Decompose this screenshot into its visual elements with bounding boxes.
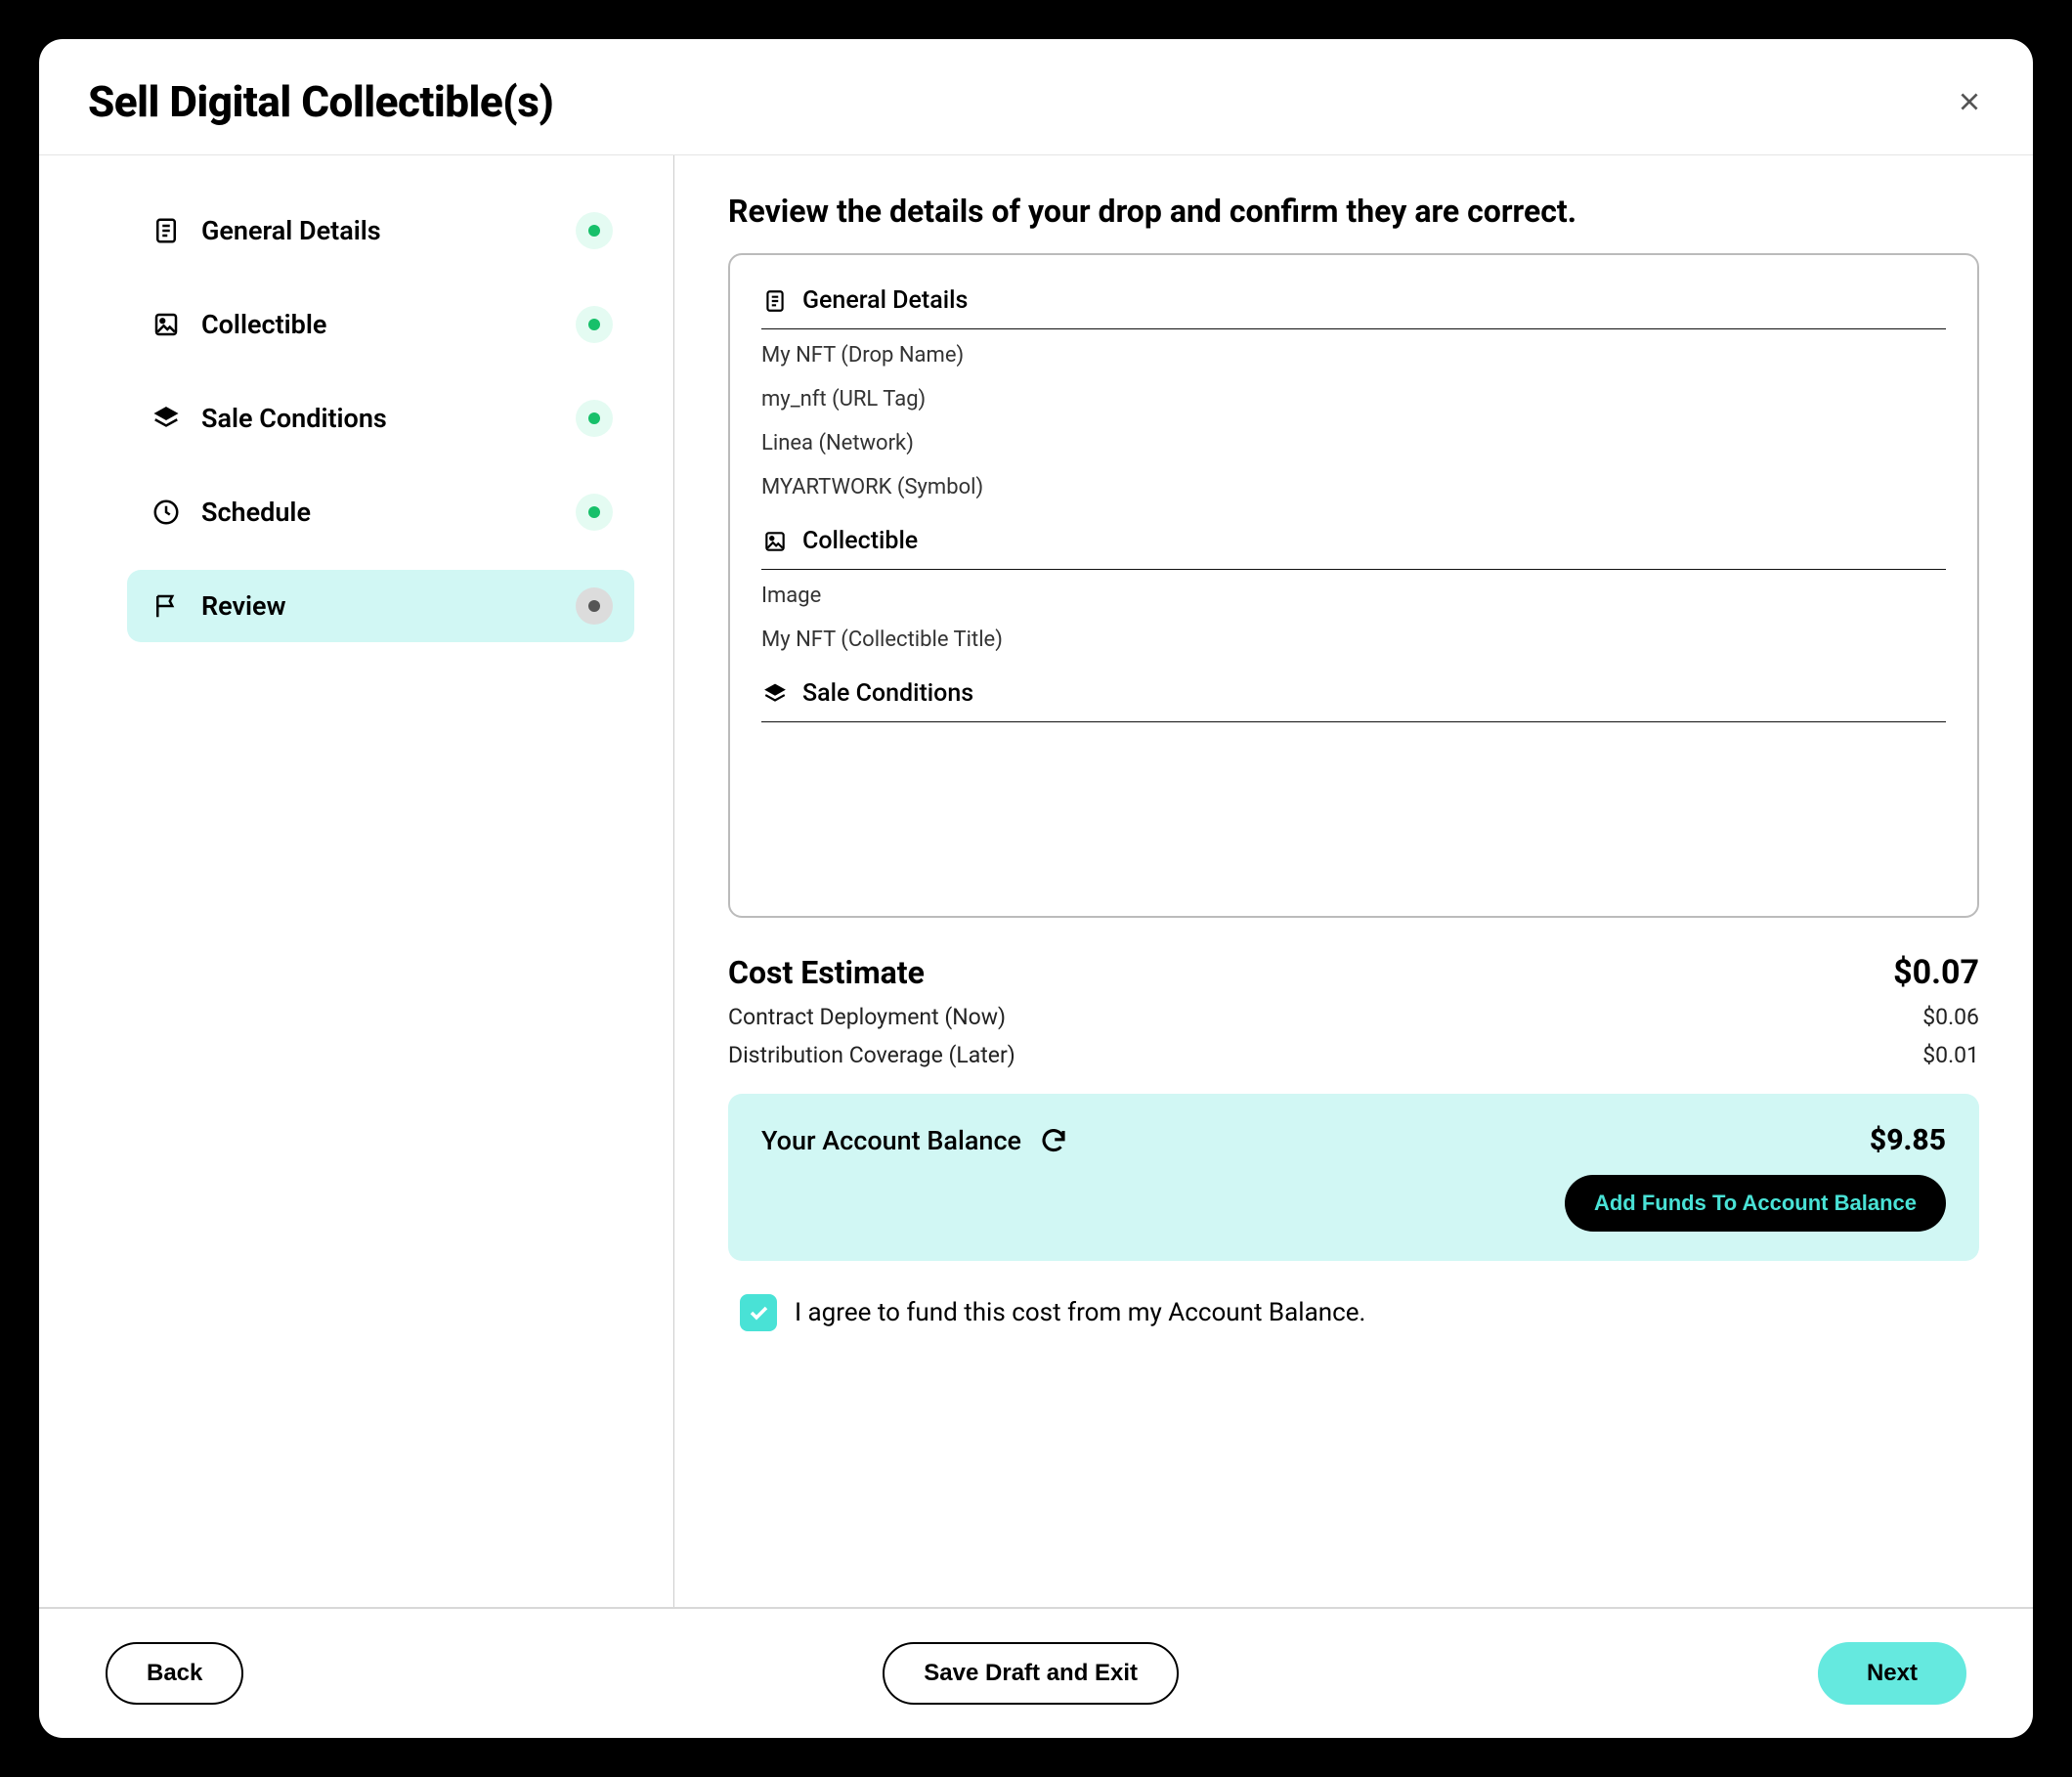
image-icon — [761, 528, 789, 555]
sidebar-item-general-details[interactable]: General Details — [127, 195, 634, 267]
review-line: my_nft (URL Tag) — [761, 373, 1946, 417]
save-draft-button[interactable]: Save Draft and Exit — [883, 1642, 1179, 1705]
sidebar-item-label: Collectible — [201, 309, 576, 340]
review-section-title: General Details — [802, 286, 968, 315]
cost-estimate-row: Cost Estimate $0.07 — [728, 953, 1979, 992]
document-icon — [149, 213, 184, 248]
sidebar-item-label: Schedule — [201, 497, 576, 528]
sidebar-item-sale-conditions[interactable]: Sale Conditions — [127, 382, 634, 455]
account-balance-box: Your Account Balance $9.85 Add Funds To … — [728, 1094, 1979, 1261]
document-icon — [761, 287, 789, 315]
review-section-general: General Details — [761, 277, 1946, 329]
agree-checkbox[interactable] — [740, 1294, 777, 1331]
review-summary-box[interactable]: General Details My NFT (Drop Name) my_nf… — [728, 253, 1979, 918]
review-line: Linea (Network) — [761, 417, 1946, 461]
balance-amount: $9.85 — [1870, 1123, 1946, 1157]
cost-detail-label: Contract Deployment (Now) — [728, 1004, 1006, 1030]
agree-row: I agree to fund this cost from my Accoun… — [728, 1294, 1979, 1351]
step-status-complete — [576, 212, 613, 249]
review-line: MYARTWORK (Symbol) — [761, 461, 1946, 505]
review-section-title: Sale Conditions — [802, 679, 973, 708]
sidebar-item-collectible[interactable]: Collectible — [127, 288, 634, 361]
step-status-current — [576, 587, 613, 625]
step-status-complete — [576, 494, 613, 531]
modal-title: Sell Digital Collectible(s) — [88, 76, 553, 127]
main-content[interactable]: Review the details of your drop and conf… — [674, 155, 2033, 1607]
flag-icon — [149, 588, 184, 624]
sidebar-item-schedule[interactable]: Schedule — [127, 476, 634, 548]
sidebar: General Details Collectible Sale Conditi… — [39, 155, 674, 1607]
modal: Sell Digital Collectible(s) General Deta… — [39, 39, 2033, 1738]
balance-top-row: Your Account Balance $9.85 — [761, 1123, 1946, 1157]
cost-detail-row: Distribution Coverage (Later) $0.01 — [728, 1042, 1979, 1068]
refresh-button[interactable] — [1039, 1126, 1068, 1155]
sidebar-item-label: Sale Conditions — [201, 403, 576, 434]
close-icon — [1957, 89, 1982, 114]
review-section-sale-conditions: Sale Conditions — [761, 670, 1946, 722]
review-line: My NFT (Collectible Title) — [761, 614, 1946, 658]
sidebar-item-label: General Details — [201, 215, 576, 246]
modal-header: Sell Digital Collectible(s) — [39, 39, 2033, 155]
cost-detail-label: Distribution Coverage (Later) — [728, 1042, 1015, 1068]
modal-footer: Back Save Draft and Exit Next — [39, 1607, 2033, 1738]
sidebar-item-label: Review — [201, 590, 576, 622]
step-status-complete — [576, 306, 613, 343]
sidebar-item-review[interactable]: Review — [127, 570, 634, 642]
cost-detail-value: $0.06 — [1922, 1004, 1979, 1030]
close-button[interactable] — [1955, 87, 1984, 116]
image-icon — [149, 307, 184, 342]
agree-text: I agree to fund this cost from my Accoun… — [795, 1298, 1365, 1327]
check-icon — [747, 1301, 770, 1324]
cost-estimate-total: $0.07 — [1893, 953, 1979, 992]
review-section-title: Collectible — [802, 527, 918, 555]
layers-icon — [761, 680, 789, 708]
balance-label: Your Account Balance — [761, 1125, 1021, 1156]
back-button[interactable]: Back — [106, 1642, 243, 1705]
refresh-icon — [1039, 1126, 1068, 1155]
review-section-collectible: Collectible — [761, 517, 1946, 570]
modal-body: General Details Collectible Sale Conditi… — [39, 155, 2033, 1607]
add-funds-button[interactable]: Add Funds To Account Balance — [1565, 1175, 1946, 1232]
cost-detail-value: $0.01 — [1922, 1042, 1979, 1068]
cost-detail-row: Contract Deployment (Now) $0.06 — [728, 1004, 1979, 1030]
cost-estimate-title: Cost Estimate — [728, 954, 925, 991]
balance-label-group: Your Account Balance — [761, 1125, 1068, 1156]
review-line: My NFT (Drop Name) — [761, 329, 1946, 373]
next-button[interactable]: Next — [1818, 1642, 1966, 1705]
step-status-complete — [576, 400, 613, 437]
layers-icon — [149, 401, 184, 436]
clock-icon — [149, 495, 184, 530]
review-heading: Review the details of your drop and conf… — [728, 193, 1979, 230]
review-line: Image — [761, 570, 1946, 614]
